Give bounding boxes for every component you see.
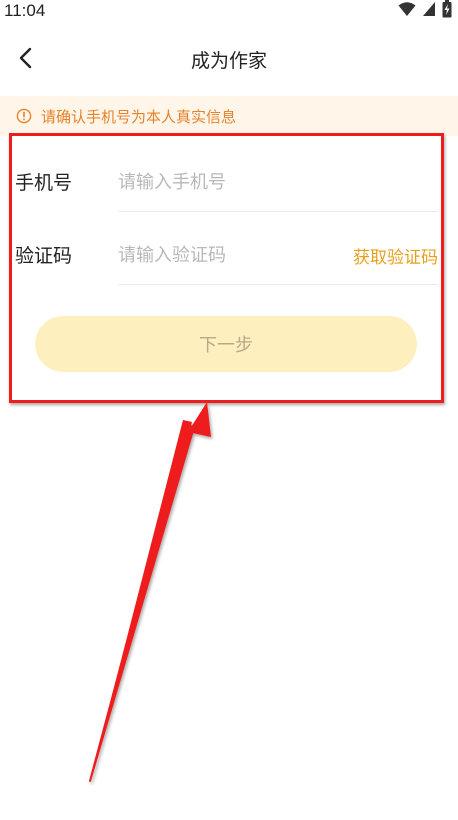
page-title: 成为作家	[190, 50, 267, 72]
code-divider	[118, 284, 438, 285]
phone-row: 手机号	[0, 150, 458, 212]
phone-label: 手机号	[15, 172, 73, 194]
wifi-icon	[398, 1, 416, 21]
screen: 11:04 成为作家 请确认手机号为本人真实信息 手机号 请输入手机号 验证码 …	[0, 0, 458, 820]
status-bar: 11:04	[0, 0, 458, 24]
info-circle-icon	[16, 108, 32, 124]
phone-input[interactable]	[118, 169, 418, 195]
nav-bar: 成为作家	[0, 36, 458, 84]
notice-banner: 请确认手机号为本人真实信息	[0, 96, 458, 136]
code-label: 验证码	[15, 245, 73, 267]
code-row: 验证码 获取验证码	[0, 223, 458, 285]
battery-icon	[442, 0, 452, 22]
status-icons	[398, 0, 452, 22]
code-input[interactable]	[118, 242, 328, 268]
get-code-button[interactable]: 获取验证码	[353, 243, 438, 268]
notice-text: 请确认手机号为本人真实信息	[41, 107, 237, 126]
status-time: 11:04	[4, 1, 46, 20]
next-button[interactable]: 下一步	[35, 316, 417, 372]
phone-divider	[118, 211, 438, 212]
arrow-shape	[89, 402, 211, 782]
signal-icon	[422, 1, 436, 21]
